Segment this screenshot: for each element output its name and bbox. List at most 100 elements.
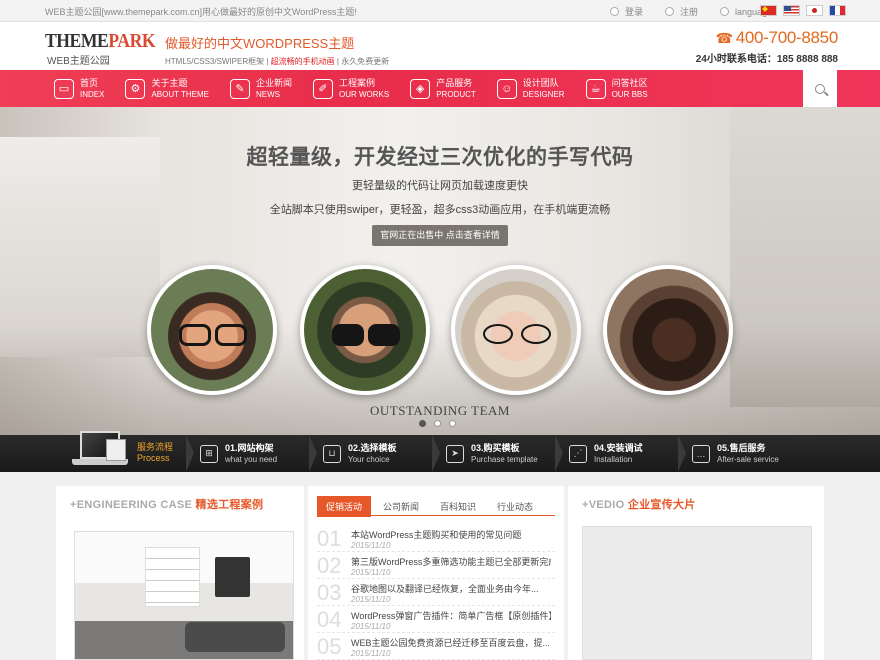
search-button[interactable] — [803, 70, 837, 107]
site-logo[interactable]: THEMEPARK WEB主题公园 — [45, 30, 156, 67]
news-date: 2015/11/10 — [351, 622, 391, 631]
team-avatar-2[interactable] — [300, 265, 430, 395]
chat-icon: … — [692, 444, 710, 463]
cup-icon: ☕ — [585, 78, 606, 99]
tab-company-news[interactable]: 公司新闻 — [374, 496, 428, 517]
slider-dot[interactable] — [419, 420, 426, 427]
news-number: 02 — [317, 553, 342, 578]
tab-promotions[interactable]: 促销活动 — [317, 496, 372, 517]
phone-number: ☎ 400-700-8850 — [696, 28, 839, 48]
flag-china-icon[interactable] — [760, 5, 777, 16]
team-avatar-3[interactable] — [451, 265, 581, 395]
nav-item-bbs[interactable]: ☕ 问答社区 OUR BBS — [585, 70, 648, 107]
login-label: 登录 — [625, 7, 644, 17]
nav-item-news[interactable]: ✎ 企业新闻 NEWS — [229, 70, 292, 107]
login-link[interactable]: 登录 — [610, 5, 643, 18]
gear-icon: ⚙ — [125, 78, 146, 99]
case-title: +ENGINEERING CASE 精选工程案例 — [70, 496, 304, 512]
video-panel: +VEDIO 企业宣传大片 — [568, 486, 824, 660]
edit-icon: ✎ — [229, 78, 250, 99]
share-icon: ⋰ — [569, 444, 587, 463]
process-title-en: Process — [137, 453, 170, 463]
step-subtitle: Your choice — [348, 454, 390, 464]
nav-item-product[interactable]: ◈ 产品服务 PRODUCT — [410, 70, 476, 107]
tab-underline — [317, 515, 555, 516]
team-avatar-4[interactable] — [603, 265, 733, 395]
case-title-cn: 精选工程案例 — [195, 499, 264, 511]
team-caption: OUTSTANDING TEAM — [370, 403, 510, 418]
shelf-graphic — [145, 547, 200, 607]
sunglasses-icon — [332, 324, 400, 346]
content-area: +ENGINEERING CASE 精选工程案例 促销活动 公司新闻 百科知识 … — [0, 472, 880, 660]
step-subtitle: Purchase template — [471, 454, 538, 464]
globe-icon — [720, 7, 730, 16]
step-title: 05.售后服务 — [717, 442, 766, 453]
site-header: THEMEPARK WEB主题公园 做最好的中文WORDPRESS主题 HTML… — [0, 22, 880, 70]
news-title: 第三版WordPress多重筛选功能主题已全部更新完成 — [351, 557, 551, 567]
news-item[interactable]: 04 WordPress弹窗广告插件：简单广告框【原创插件】 2015/11/10 — [317, 606, 555, 633]
hotline: 24小时联系电话：185 8888 888 — [695, 54, 838, 65]
process-step-1[interactable]: ⊞ 01.网站构架 what you need — [186, 435, 313, 472]
nav-label-cn: 企业新闻 — [255, 77, 292, 88]
process-step-5[interactable]: … 05.售后服务 After-sale service — [678, 435, 805, 472]
news-item[interactable]: 03 谷歌地图以及翻译已经恢复，全面业务由今年... 2015/11/10 — [317, 579, 555, 606]
pencil-icon: ✐ — [312, 78, 333, 99]
team-avatar-1[interactable] — [147, 265, 277, 395]
slider-pagination — [419, 420, 464, 427]
slogan-sub-b: 超流畅的手机动画 — [270, 57, 335, 66]
nav-label-en: INDEX — [80, 89, 105, 99]
nav-label-en: OUR BBS — [611, 89, 648, 99]
step-title: 02.选择模板 — [348, 442, 397, 453]
nav-label-cn: 关于主题 — [151, 77, 188, 88]
news-title: WordPress弹窗广告插件：简单广告框【原创插件】 — [351, 611, 551, 621]
register-link[interactable]: 注册 — [665, 5, 698, 18]
process-heading: 服务流程 Process — [137, 442, 173, 464]
nav-item-works[interactable]: ✐ 工程案例 OUR WORKS — [312, 70, 389, 107]
news-item[interactable]: 02 第三版WordPress多重筛选功能主题已全部更新完成 2015/11/10 — [317, 552, 555, 579]
window-graphic — [215, 557, 250, 597]
case-title-en: +ENGINEERING CASE — [70, 499, 193, 511]
nav-label-cn: 产品服务 — [436, 77, 473, 88]
engineering-case-panel: +ENGINEERING CASE 精选工程案例 — [56, 486, 304, 660]
hero-cta-button[interactable]: 官网正在出售中 点击查看详情 — [372, 225, 508, 246]
slogan: 做最好的中文WORDPRESS主题 HTML5/CSS3/SWIPER框架 | … — [165, 33, 389, 67]
sitemap-icon: ⊞ — [200, 444, 218, 463]
process-step-4[interactable]: ⋰ 04.安装调试 Installation — [555, 435, 682, 472]
nav-item-designer[interactable]: ☺ 设计团队 DESIGNER — [496, 70, 565, 107]
news-title: 本站WordPress主题购买和使用的常见问题 — [351, 530, 522, 540]
search-icon — [815, 83, 825, 94]
logo-text-a: THEME — [45, 30, 109, 52]
process-step-2[interactable]: ⊔ 02.选择模板 Your choice — [309, 435, 436, 472]
slogan-sub-a: HTML5/CSS3/SWIPER框架 — [165, 57, 265, 66]
slogan-sub: HTML5/CSS3/SWIPER框架 | 超流畅的手机动画 | 永久免费更新 — [165, 57, 390, 66]
process-step-3[interactable]: ➤ 03.购买模板 Purchase template — [432, 435, 559, 472]
team-icon: ☺ — [496, 78, 517, 99]
news-item[interactable]: 01 本站WordPress主题购买和使用的常见问题 2015/11/10 — [317, 525, 555, 552]
video-player[interactable] — [582, 526, 812, 660]
tab-industry[interactable]: 行业动态 — [488, 496, 542, 517]
nav-items: ▭ 首页 INDEX ⚙ 关于主题 ABOUT THEME ✎ 企业新闻 NEWS ✐ 工程案… — [54, 70, 669, 107]
news-item[interactable]: 05 WEB主题公园免费资源已经迁移至百度云盘，提... 2015/11/10 — [317, 633, 555, 660]
news-date: 2015/11/10 — [351, 541, 391, 550]
step-title: 04.安装调试 — [594, 442, 643, 453]
nav-item-about[interactable]: ⚙ 关于主题 ABOUT THEME — [125, 70, 209, 107]
flag-france-icon[interactable] — [829, 5, 846, 16]
contact-info: ☎ 400-700-8850 24小时联系电话：185 8888 888 — [695, 28, 839, 65]
step-subtitle: what you need — [225, 454, 278, 464]
top-bar: WEB主题公园[www.themepark.com.cn]用心做最好的原创中文W… — [0, 0, 880, 22]
slider-dot[interactable] — [434, 420, 441, 427]
nav-item-index[interactable]: ▭ 首页 INDEX — [54, 70, 104, 107]
case-photo[interactable] — [74, 531, 294, 660]
flag-japan-icon[interactable] — [806, 5, 823, 16]
nav-label-en: ABOUT THEME — [151, 89, 209, 99]
news-date: 2015/11/10 — [351, 649, 391, 658]
slider-dot[interactable] — [449, 420, 456, 427]
news-title: WEB主题公园免费资源已经迁移至百度云盘，提... — [351, 638, 551, 648]
site-notice: WEB主题公园[www.themepark.com.cn]用心做最好的原创中文W… — [45, 7, 357, 17]
tab-encyclopedia[interactable]: 百科知识 — [431, 496, 485, 517]
user-icon — [610, 7, 619, 16]
language-flags — [760, 5, 852, 16]
news-panel: 促销活动 公司新闻 百科知识 行业动态 01 本站WordPress主题购买和使用… — [308, 486, 564, 660]
flag-usa-icon[interactable] — [783, 5, 800, 16]
news-list: 01 本站WordPress主题购买和使用的常见问题 2015/11/10 02 第三… — [317, 525, 555, 660]
